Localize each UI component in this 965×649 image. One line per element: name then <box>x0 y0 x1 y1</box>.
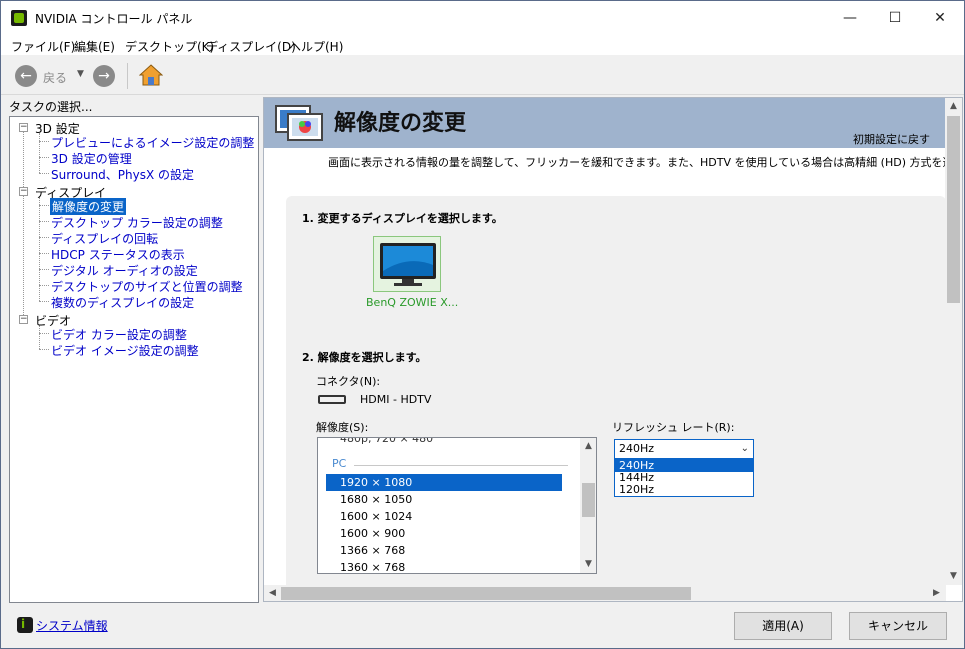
content-horizontal-thumb[interactable] <box>281 587 691 600</box>
resolution-item-partial[interactable]: 480p, 720 × 480 <box>326 438 562 447</box>
scroll-up-icon[interactable]: ▲ <box>580 438 596 455</box>
back-label[interactable]: 戻る <box>43 69 67 86</box>
tree-line <box>39 349 49 350</box>
resolution-scroll-thumb[interactable] <box>582 483 595 517</box>
tree-item-rotate-display[interactable]: ディスプレイの回転 <box>51 230 158 247</box>
resolution-item-1600x1024[interactable]: 1600 × 1024 <box>326 508 562 525</box>
tree-line <box>39 237 49 238</box>
tree-line <box>39 221 49 222</box>
toolbar-separator <box>127 63 128 89</box>
apply-button[interactable]: 適用(A) <box>734 612 832 640</box>
tree-line <box>23 131 24 323</box>
back-arrow-icon[interactable]: ← <box>15 65 37 87</box>
expander-3d[interactable]: − <box>19 123 28 132</box>
content-vertical-scrollbar[interactable]: ▲ ▼ <box>945 98 962 585</box>
tree-item-video-color[interactable]: ビデオ カラー設定の調整 <box>51 326 187 343</box>
system-info-link[interactable]: システム情報 <box>36 617 108 634</box>
task-pane-header: タスクの選択... <box>9 100 93 114</box>
tree-line <box>39 141 49 142</box>
toolbar: ← 戻る ▼ → <box>1 57 964 95</box>
tree-line <box>39 301 49 302</box>
tree-line <box>39 205 49 206</box>
content-horizontal-scrollbar[interactable]: ◀ ▶ <box>264 585 945 601</box>
window-title: NVIDIA コントロール パネル <box>35 12 193 26</box>
home-icon[interactable] <box>139 63 163 87</box>
tree-item-surround-physx[interactable]: Surround、PhysX の設定 <box>51 166 194 183</box>
display-settings-icon <box>275 105 323 141</box>
scroll-down-icon[interactable]: ▼ <box>945 568 962 585</box>
nvidia-control-panel-window: NVIDIA コントロール パネル — ☐ ✕ ファイル(F) 編集(E) デス… <box>0 0 965 649</box>
step1-heading: 1. 変更するディスプレイを選択します。 <box>302 212 503 225</box>
tree-item-digital-audio[interactable]: デジタル オーディオの設定 <box>51 262 198 279</box>
refresh-option-120hz[interactable]: 120Hz <box>615 484 753 496</box>
restore-defaults-link[interactable]: 初期設定に戻す <box>853 131 930 147</box>
scroll-down-icon[interactable]: ▼ <box>580 556 596 573</box>
back-dropdown-icon[interactable]: ▼ <box>77 69 84 79</box>
resolution-item-1360x768[interactable]: 1360 × 768 <box>326 559 562 573</box>
chevron-down-icon: ⌄ <box>740 443 749 454</box>
menu-file[interactable]: ファイル(F) <box>11 38 75 55</box>
scroll-up-icon[interactable]: ▲ <box>945 98 962 115</box>
task-tree: − 3D 設定 プレビューによるイメージ設定の調整 3D 設定の管理 Surro… <box>9 116 259 603</box>
tree-item-hdcp-status[interactable]: HDCP ステータスの表示 <box>51 246 185 263</box>
tree-line <box>39 157 49 158</box>
forward-arrow-icon[interactable]: → <box>93 65 115 87</box>
connector-value: HDMI - HDTV <box>360 393 432 406</box>
expander-display[interactable]: − <box>19 187 28 196</box>
minimize-button[interactable]: — <box>827 1 873 35</box>
tree-item-desktop-size-position[interactable]: デスクトップのサイズと位置の調整 <box>51 278 243 295</box>
settings-panel: 1. 変更するディスプレイを選択します。 BenQ ZOWIE X... 2. … <box>286 196 946 601</box>
resolution-scrollbar[interactable]: ▲ ▼ <box>580 438 596 573</box>
menu-desktop[interactable]: デスクトップ(K) <box>125 38 214 55</box>
resolution-list[interactable]: 480p, 720 × 480 PC 1920 × 1080 1680 × 10… <box>317 437 597 574</box>
refresh-rate-value: 240Hz <box>619 442 655 455</box>
connector-label: コネクタ(N): <box>316 375 381 388</box>
hdmi-connector-icon <box>318 395 346 404</box>
content-pane: 解像度の変更 初期設定に戻す 画面に表示される情報の量を調整して、フリッカーを緩… <box>263 97 963 602</box>
page-title: 解像度の変更 <box>334 111 467 136</box>
tree-item-preview-image[interactable]: プレビューによるイメージ設定の調整 <box>51 134 254 151</box>
tree-line <box>39 333 49 334</box>
resolution-item-1366x768[interactable]: 1366 × 768 <box>326 542 562 559</box>
tree-item-desktop-color[interactable]: デスクトップ カラー設定の調整 <box>51 214 223 231</box>
tree-item-manage-3d[interactable]: 3D 設定の管理 <box>51 150 132 167</box>
menu-display[interactable]: ディスプレイ(D) <box>206 38 296 55</box>
resolution-item-1680x1050[interactable]: 1680 × 1050 <box>326 491 562 508</box>
monitor-icon <box>380 243 436 286</box>
page-description: 画面に表示される情報の量を調整して、フリッカーを緩和できます。また、HDTV を… <box>328 156 963 169</box>
resolution-item-1600x900[interactable]: 1600 × 900 <box>326 525 562 542</box>
nvidia-app-icon <box>11 10 27 26</box>
tree-line <box>39 253 49 254</box>
title-bar: NVIDIA コントロール パネル — ☐ ✕ <box>1 1 964 35</box>
display-name-label[interactable]: BenQ ZOWIE X... <box>366 296 458 309</box>
close-button[interactable]: ✕ <box>917 1 963 35</box>
page-banner: 解像度の変更 初期設定に戻す <box>264 98 945 148</box>
resolution-label: 解像度(S): <box>316 421 369 434</box>
tree-line <box>39 173 49 174</box>
scroll-left-icon[interactable]: ◀ <box>264 585 281 601</box>
display-selector-benq[interactable] <box>373 236 441 292</box>
tree-item-change-resolution[interactable]: 解像度の変更 <box>50 198 127 215</box>
refresh-rate-dropdown[interactable]: 240Hz ⌄ <box>614 439 754 459</box>
refresh-rate-label: リフレッシュ レート(R): <box>612 421 735 434</box>
cancel-button[interactable]: キャンセル <box>849 612 947 640</box>
maximize-button[interactable]: ☐ <box>872 1 918 35</box>
content-vertical-thumb[interactable] <box>947 116 960 303</box>
refresh-rate-options: 240Hz 144Hz 120Hz <box>614 459 754 497</box>
menu-bar: ファイル(F) 編集(E) デスクトップ(K) ディスプレイ(D) ヘルプ(H) <box>1 35 964 55</box>
system-info-icon[interactable] <box>17 617 33 633</box>
expander-video[interactable]: − <box>19 315 28 324</box>
tree-line <box>39 133 40 173</box>
tree-item-multiple-displays[interactable]: 複数のディスプレイの設定 <box>51 294 194 311</box>
tree-line <box>39 285 49 286</box>
menu-edit[interactable]: 編集(E) <box>74 38 115 55</box>
step2-heading: 2. 解像度を選択します。 <box>302 351 427 364</box>
menu-help[interactable]: ヘルプ(H) <box>289 38 343 55</box>
scroll-right-icon[interactable]: ▶ <box>928 585 945 601</box>
tree-item-video-image[interactable]: ビデオ イメージ設定の調整 <box>51 342 199 359</box>
resolution-group-pc: PC <box>332 457 347 470</box>
resolution-item-1920x1080[interactable]: 1920 × 1080 <box>326 474 562 491</box>
resolution-group-divider <box>354 465 568 466</box>
tree-line <box>39 269 49 270</box>
